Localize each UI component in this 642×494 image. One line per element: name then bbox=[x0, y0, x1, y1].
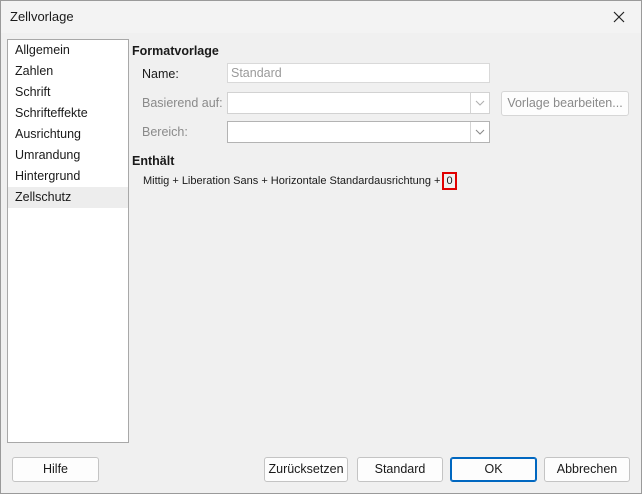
sidebar-item-schrift[interactable]: Schrift bbox=[8, 82, 128, 103]
sidebar-item-hintergrund[interactable]: Hintergrund bbox=[8, 166, 128, 187]
cell-style-dialog: Zellvorlage Allgemein Zahlen Schrift Sch… bbox=[0, 0, 642, 494]
formatvorlage-heading: Formatvorlage bbox=[132, 44, 219, 58]
enthaelt-heading: Enthält bbox=[132, 154, 175, 168]
title-bar: Zellvorlage bbox=[1, 1, 641, 33]
contained-attributes: Mittig + Liberation Sans + Horizontale S… bbox=[143, 172, 457, 190]
basierend-label: Basierend auf: bbox=[142, 96, 223, 110]
sidebar-item-zellschutz[interactable]: Zellschutz bbox=[8, 187, 128, 208]
sidebar-item-allgemein[interactable]: Allgemein bbox=[8, 40, 128, 61]
help-button[interactable]: Hilfe bbox=[12, 457, 99, 482]
chevron-down-icon bbox=[470, 93, 489, 113]
ok-button[interactable]: OK bbox=[450, 457, 537, 482]
basierend-select[interactable] bbox=[227, 92, 490, 114]
dialog-title: Zellvorlage bbox=[10, 9, 74, 24]
sidebar-item-ausrichtung[interactable]: Ausrichtung bbox=[8, 124, 128, 145]
reset-button[interactable]: Zurücksetzen bbox=[264, 457, 348, 482]
contained-attributes-text: Mittig + Liberation Sans + Horizontale S… bbox=[143, 175, 441, 187]
close-button[interactable] bbox=[597, 1, 641, 33]
bereich-label: Bereich: bbox=[142, 125, 188, 139]
close-icon bbox=[613, 11, 625, 23]
sidebar-item-umrandung[interactable]: Umrandung bbox=[8, 145, 128, 166]
sidebar-item-schrifteffekte[interactable]: Schrifteffekte bbox=[8, 103, 128, 124]
chevron-down-icon bbox=[470, 122, 489, 142]
standard-button[interactable]: Standard bbox=[357, 457, 443, 482]
edit-style-button[interactable]: Vorlage bearbeiten... bbox=[501, 91, 629, 116]
name-field[interactable]: Standard bbox=[227, 63, 490, 83]
category-list: Allgemein Zahlen Schrift Schrifteffekte … bbox=[7, 39, 129, 443]
name-label: Name: bbox=[142, 67, 179, 81]
sidebar-item-zahlen[interactable]: Zahlen bbox=[8, 61, 128, 82]
highlighted-value: 0 bbox=[442, 172, 457, 190]
cancel-button[interactable]: Abbrechen bbox=[544, 457, 630, 482]
bereich-select[interactable] bbox=[227, 121, 490, 143]
